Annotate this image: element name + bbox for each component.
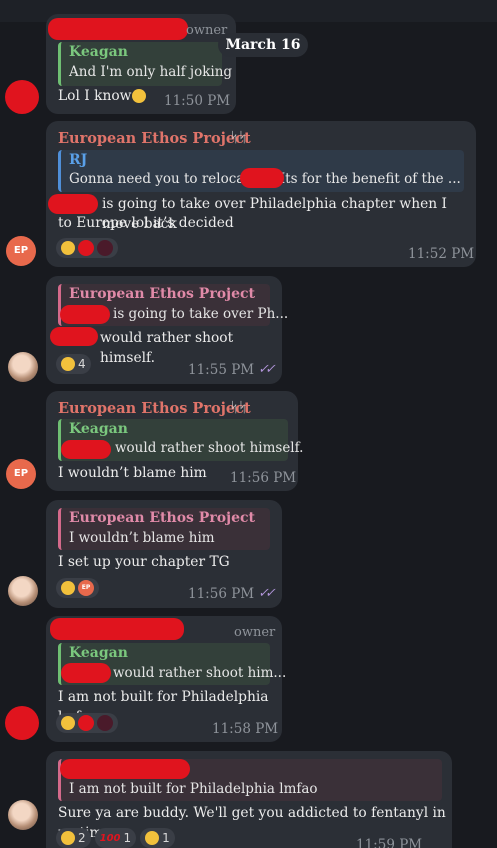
reaction[interactable]: 4	[56, 354, 91, 374]
reaction[interactable]	[56, 713, 118, 733]
avatar[interactable]	[8, 800, 38, 830]
avatar[interactable]	[8, 576, 38, 606]
reactions[interactable]	[56, 713, 118, 733]
reactions[interactable]: 2 100 1 1	[56, 828, 175, 848]
message-time: 11:50 PM	[164, 93, 231, 109]
quote-sender: European Ethos Project	[69, 286, 255, 302]
reactions[interactable]	[56, 238, 118, 258]
message-time: 11:56 PM	[188, 586, 255, 602]
sender-emoji-icon: ᛋᛋ	[230, 130, 247, 146]
message-bubble[interactable]: European Ethos Project ᛋᛋ Keagan would r…	[46, 391, 303, 491]
quote-sender: Keagan	[69, 645, 128, 661]
avatar[interactable]	[5, 80, 39, 114]
message-bubble[interactable]: European Ethos Project ᛋᛋ RJ Gonna need …	[46, 121, 476, 267]
reaction[interactable]: 100 1	[94, 828, 137, 848]
redacted-name	[60, 305, 110, 324]
reply-quote[interactable]: European Ethos Project I wouldn’t blame …	[58, 508, 270, 550]
redacted-name	[50, 327, 98, 346]
avatar[interactable]: EP	[6, 459, 36, 489]
message-time: 11:52 PM	[408, 246, 475, 262]
quote-text: And I'm only half joking	[69, 64, 233, 80]
date-separator: March 16	[218, 33, 308, 57]
reactions[interactable]: EP	[56, 578, 99, 598]
sender-emoji-icon: ᛋᛋ	[230, 400, 247, 416]
message-bubble[interactable]: owner Keagan would rather shoot him... I…	[46, 616, 286, 742]
laughing-emoji-icon	[61, 241, 75, 255]
avatar[interactable]: EP	[6, 236, 36, 266]
message-text: I wouldn’t blame him	[58, 465, 207, 481]
redacted-name	[48, 18, 188, 40]
reply-quote[interactable]: Keagan And I'm only half joking	[58, 42, 232, 86]
message-text: to Europe lol it’s decided	[58, 215, 234, 231]
reactions[interactable]: 4	[56, 354, 91, 374]
message-text: I set up your chapter TG	[58, 554, 230, 570]
reaction[interactable]: EP	[56, 578, 99, 598]
message-bubble[interactable]: European Ethos Project I wouldn’t blame …	[46, 500, 282, 608]
reaction[interactable]	[56, 238, 118, 258]
reactor-avatar	[97, 240, 113, 256]
reactor-avatar	[97, 715, 113, 731]
redacted-name	[50, 618, 184, 640]
redacted-name	[48, 194, 98, 214]
reactor-avatar	[78, 240, 94, 256]
reaction-count: 4	[78, 357, 86, 371]
message-time: 11:56 PM	[230, 470, 297, 486]
avatar[interactable]	[8, 352, 38, 382]
reactor-avatar: EP	[78, 580, 94, 596]
message-time: 11:59 PM	[356, 837, 423, 848]
read-checkmarks-icon: ✓✓	[258, 586, 276, 601]
reaction[interactable]: 2	[56, 828, 91, 848]
redacted-name	[61, 663, 111, 683]
message-bubble[interactable]: European Ethos Project is going to take …	[46, 276, 288, 384]
laughing-emoji-icon	[61, 831, 75, 845]
hundred-emoji-icon: 100	[99, 832, 121, 844]
reaction-count: 1	[123, 831, 132, 845]
quote-sender: RJ	[69, 152, 88, 168]
quote-text: I am not built for Philadelphia lmfao	[69, 781, 318, 797]
owner-label: owner	[234, 625, 276, 640]
crying-emoji-icon	[145, 831, 160, 845]
read-checkmarks-icon: ✓✓	[258, 362, 276, 377]
quote-text: would rather shoot himself.	[115, 440, 304, 456]
quote-text: I wouldn’t blame him	[69, 530, 215, 546]
redacted-name	[60, 759, 190, 779]
redacted-name	[240, 168, 284, 188]
quote-text: is going to take over Ph...	[113, 306, 289, 322]
reaction-count: 1	[162, 831, 170, 845]
message-text: Lol I know	[58, 88, 132, 104]
thumbs-up-emoji-icon	[61, 581, 75, 595]
reaction[interactable]: 1	[140, 828, 175, 848]
reaction-count: 2	[78, 831, 86, 845]
quote-sender: Keagan	[69, 44, 128, 60]
sender-name[interactable]: European Ethos Project	[58, 400, 251, 417]
laughing-emoji-icon	[61, 357, 75, 371]
sender-name[interactable]: European Ethos Project	[58, 130, 251, 147]
quote-text: would rather shoot him...	[113, 665, 287, 681]
message-time: 11:55 PM	[188, 362, 255, 378]
quote-sender: European Ethos Project	[69, 510, 255, 526]
avatar[interactable]	[5, 706, 39, 740]
redacted-name	[61, 440, 111, 459]
laughing-emoji-icon	[61, 716, 75, 730]
quote-sender: Keagan	[69, 421, 128, 437]
reactor-avatar	[78, 715, 94, 731]
grin-emoji-icon	[132, 89, 146, 103]
message-bubble[interactable]: owner Keagan And I'm only half joking Lo…	[46, 14, 236, 114]
message-bubble[interactable]: I am not built for Philadelphia lmfao Su…	[46, 751, 452, 848]
message-time: 11:58 PM	[212, 721, 279, 737]
